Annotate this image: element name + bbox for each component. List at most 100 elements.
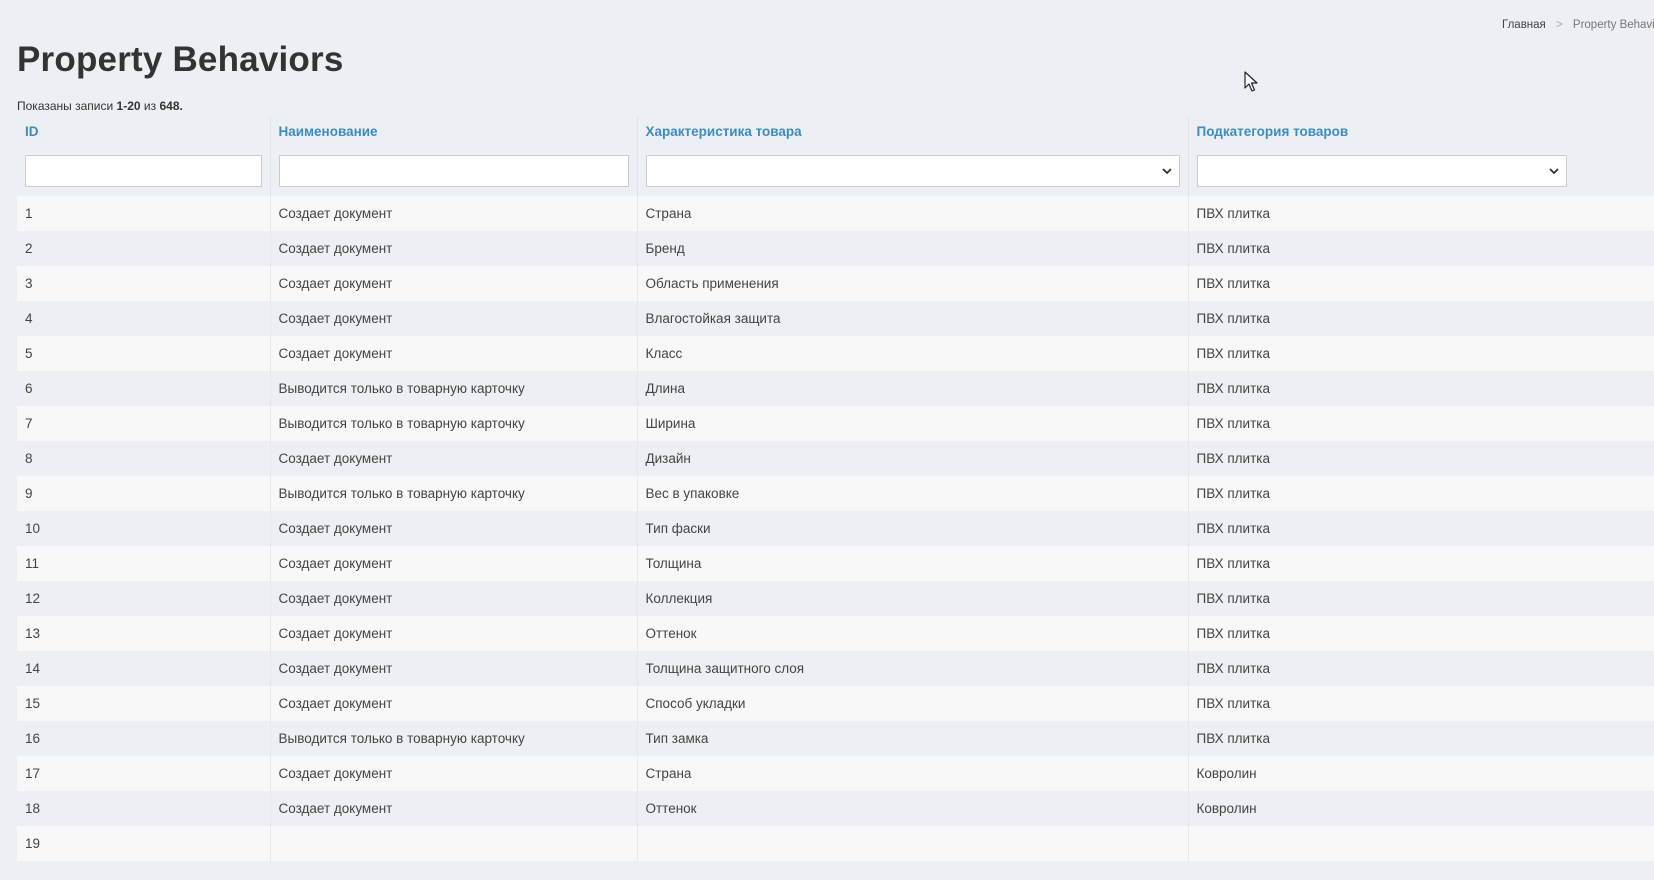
cell-id: 13	[17, 616, 271, 651]
table-row[interactable]: 7 Выводится только в товарную карточку Шир…	[17, 406, 1654, 441]
table-row[interactable]: 13 Создает документ Оттенок ПВХ плитка	[17, 616, 1654, 651]
table-row[interactable]: 3 Создает документ Область применения ПВХ п…	[17, 266, 1654, 301]
cell-name: Создает документ	[270, 616, 638, 651]
cell-property	[637, 826, 1189, 861]
table-row[interactable]: 1 Создает документ Страна ПВХ плитка	[17, 196, 1654, 231]
cell-property: Область применения	[637, 266, 1189, 301]
cell-subcategory: Ковролин	[1188, 791, 1654, 826]
cell-id: 11	[17, 546, 271, 581]
cell-property: Толщина	[637, 546, 1189, 581]
sort-link-name[interactable]: Наименование	[279, 124, 378, 139]
page: Главная > Property Behaviors Property Be…	[0, 0, 1654, 880]
results-summary: Показаны записи 1-20 из 648.	[17, 99, 183, 113]
cell-property: Страна	[637, 756, 1189, 791]
cell-id: 4	[17, 301, 271, 336]
cell-name: Создает документ	[270, 196, 638, 231]
cell-id: 16	[17, 721, 271, 756]
column-header-id: ID	[17, 116, 271, 146]
cell-id: 19	[17, 826, 271, 861]
cell-subcategory: ПВХ плитка	[1188, 441, 1654, 476]
table-row[interactable]: 15 Создает документ Способ укладки ПВХ плит…	[17, 686, 1654, 721]
cell-subcategory: ПВХ плитка	[1188, 651, 1654, 686]
cell-property: Влагостойкая защита	[637, 301, 1189, 336]
cell-id: 17	[17, 756, 271, 791]
cell-name: Создает документ	[270, 336, 638, 371]
filter-id-input[interactable]	[25, 155, 262, 187]
table-row[interactable]: 6 Выводится только в товарную карточку Дли…	[17, 371, 1654, 406]
filter-property-select[interactable]	[645, 155, 1180, 187]
filter-cell-id	[17, 146, 271, 196]
cell-property: Оттенок	[637, 616, 1189, 651]
cell-id: 5	[17, 336, 271, 371]
table-row[interactable]: 12 Создает документ Коллекция ПВХ плитка	[17, 581, 1654, 616]
breadcrumb-separator: >	[1555, 19, 1563, 31]
cell-id: 6	[17, 371, 271, 406]
sort-link-property[interactable]: Характеристика товара	[646, 124, 802, 139]
filter-cell-property	[637, 146, 1189, 196]
cell-property: Длина	[637, 371, 1189, 406]
cell-property: Толщина защитного слоя	[637, 651, 1189, 686]
cell-subcategory: ПВХ плитка	[1188, 196, 1654, 231]
cell-id: 15	[17, 686, 271, 721]
column-header-property: Характеристика товара	[637, 116, 1189, 146]
summary-of: из	[143, 99, 157, 113]
cell-name: Создает документ	[270, 546, 638, 581]
cell-subcategory: ПВХ плитка	[1188, 371, 1654, 406]
cell-property: Ширина	[637, 406, 1189, 441]
table-row[interactable]: 17 Создает документ Страна Ковролин	[17, 756, 1654, 791]
cell-name: Создает документ	[270, 266, 638, 301]
cell-subcategory: ПВХ плитка	[1188, 686, 1654, 721]
cell-id: 3	[17, 266, 271, 301]
cell-name: Выводится только в товарную карточку	[270, 406, 638, 441]
table-body: 1 Создает документ Страна ПВХ плитка 2 Создае…	[17, 196, 1654, 861]
table-row[interactable]: 14 Создает документ Толщина защитного слоя…	[17, 651, 1654, 686]
page-title: Property Behaviors	[17, 40, 344, 79]
table-row[interactable]: 9 Выводится только в товарную карточку Вес…	[17, 476, 1654, 511]
cell-id: 7	[17, 406, 271, 441]
cell-name: Создает документ	[270, 651, 638, 686]
table-row[interactable]: 10 Создает документ Тип фаски ПВХ плитка	[17, 511, 1654, 546]
cell-name: Выводится только в товарную карточку	[270, 721, 638, 756]
cell-subcategory: Ковролин	[1188, 756, 1654, 791]
cell-property: Бренд	[637, 231, 1189, 266]
cell-name: Выводится только в товарную карточку	[270, 371, 638, 406]
cell-id: 14	[17, 651, 271, 686]
cell-name: Создает документ	[270, 231, 638, 266]
filter-name-input[interactable]	[278, 155, 629, 187]
filter-subcategory-select[interactable]	[1196, 155, 1567, 187]
table-row[interactable]: 19	[17, 826, 1654, 861]
table-row[interactable]: 8 Создает документ Дизайн ПВХ плитка	[17, 441, 1654, 476]
cell-subcategory: ПВХ плитка	[1188, 231, 1654, 266]
cell-subcategory: ПВХ плитка	[1188, 616, 1654, 651]
table-row[interactable]: 18 Создает документ Оттенок Ковролин	[17, 791, 1654, 826]
cell-property: Страна	[637, 196, 1189, 231]
table-row[interactable]: 2 Создает документ Бренд ПВХ плитка	[17, 231, 1654, 266]
cell-property: Класс	[637, 336, 1189, 371]
cell-name: Выводится только в товарную карточку	[270, 476, 638, 511]
cell-id: 18	[17, 791, 271, 826]
cell-name: Создает документ	[270, 441, 638, 476]
mouse-pointer-icon	[1244, 71, 1258, 92]
cell-id: 1	[17, 196, 271, 231]
chevron-down-icon	[1548, 168, 1559, 175]
table-row[interactable]: 11 Создает документ Толщина ПВХ плитка	[17, 546, 1654, 581]
sort-link-id[interactable]: ID	[25, 124, 39, 139]
table-row[interactable]: 16 Выводится только в товарную карточку Ти…	[17, 721, 1654, 756]
breadcrumb: Главная > Property Behaviors	[1502, 19, 1654, 31]
table-row[interactable]: 4 Создает документ Влагостойкая защита ПВХ …	[17, 301, 1654, 336]
cell-id: 8	[17, 441, 271, 476]
cell-name	[270, 826, 638, 861]
cell-property: Тип замка	[637, 721, 1189, 756]
cell-name: Создает документ	[270, 301, 638, 336]
cell-subcategory: ПВХ плитка	[1188, 266, 1654, 301]
cell-name: Создает документ	[270, 686, 638, 721]
table-row[interactable]: 5 Создает документ Класс ПВХ плитка	[17, 336, 1654, 371]
column-header-subcategory: Подкатегория товаров	[1188, 116, 1654, 146]
cell-subcategory: ПВХ плитка	[1188, 721, 1654, 756]
cell-subcategory: ПВХ плитка	[1188, 406, 1654, 441]
cell-subcategory: ПВХ плитка	[1188, 336, 1654, 371]
cell-subcategory: ПВХ плитка	[1188, 476, 1654, 511]
sort-link-subcategory[interactable]: Подкатегория товаров	[1197, 124, 1349, 139]
breadcrumb-current: Property Behaviors	[1572, 19, 1654, 31]
breadcrumb-home-link[interactable]: Главная	[1502, 19, 1546, 31]
